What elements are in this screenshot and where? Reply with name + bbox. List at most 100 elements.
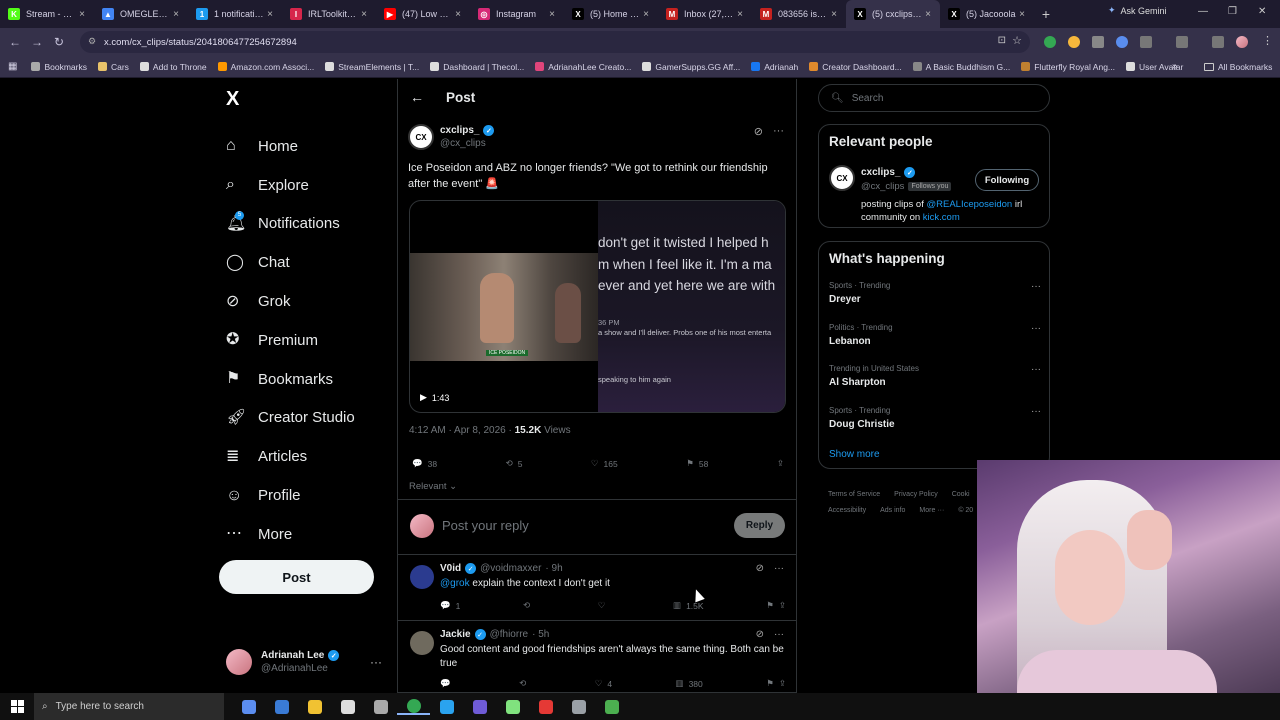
sidebar-item-grok[interactable]: ⊘ Grok (226, 282, 355, 321)
sidebar-item-notifications[interactable]: 🔔︎ 5 Notifications (226, 205, 355, 244)
extension-t-icon[interactable] (1092, 36, 1104, 48)
browser-tab[interactable]: X (5) Home / X × (564, 0, 658, 28)
maximize-icon[interactable]: ❐ (1228, 6, 1237, 17)
browser-tab[interactable]: M 083656 is yo × (752, 0, 846, 28)
reply-button[interactable]: 💬 1 (440, 600, 460, 611)
repost-button[interactable]: ⟲ 5 (506, 458, 523, 469)
bookmarks-overflow-icon[interactable]: » (1172, 61, 1178, 72)
media-icon[interactable] (1212, 36, 1224, 48)
avatar[interactable] (410, 565, 434, 589)
bookmark-item[interactable]: GamerSupps.GG Aff... (642, 62, 740, 72)
browser-tab[interactable]: K Stream - Kick × (0, 0, 94, 28)
footer-link[interactable]: Privacy Policy (894, 491, 938, 498)
bookmark-item[interactable]: Flutterfly Royal Ang... (1021, 62, 1115, 72)
sidebar-item-profile[interactable]: ☺ Profile (226, 476, 355, 515)
trend-more-icon[interactable]: ··· (1031, 406, 1041, 417)
trend-more-icon[interactable]: ··· (1031, 281, 1041, 292)
sidebar-item-chat[interactable]: ◯ Chat (226, 243, 355, 282)
task-view-icon[interactable] (265, 699, 298, 714)
views-button[interactable]: ▥ 380 (676, 678, 703, 689)
copilot-icon[interactable] (232, 699, 265, 714)
reply-button[interactable]: 💬 38 (412, 458, 437, 469)
reply-author-name[interactable]: Jackie (440, 629, 471, 640)
reply-item[interactable]: Jackie ✓ @fhiorre · 5h ⊘ ··· Good content and … (398, 621, 796, 693)
forward-icon[interactable]: → (26, 35, 48, 49)
bookmark-item[interactable]: Adrianah (751, 62, 798, 72)
bookmark-item[interactable]: Amazon.com Associ... (217, 62, 314, 72)
close-tab-icon[interactable]: × (76, 9, 88, 20)
sidebar-item-home[interactable]: ⌂ Home (226, 127, 355, 166)
chrome-icon[interactable] (397, 698, 430, 715)
person-name[interactable]: cxclips_ ✓ (861, 167, 916, 178)
bookmark-item[interactable]: Dashboard | Thecol... (430, 62, 524, 72)
extension-icon[interactable] (1068, 36, 1080, 48)
post-author-handle[interactable]: @cx_clips (440, 138, 486, 149)
close-tab-icon[interactable]: × (640, 9, 652, 20)
post-author[interactable]: cxclips_ ✓ (440, 125, 495, 136)
edge-icon[interactable] (430, 699, 463, 714)
sidebar-item-premium[interactable]: ✪ Premium (226, 321, 355, 360)
install-icon[interactable]: ⊡ (998, 35, 1006, 46)
video-duration[interactable]: ▶ 1:43 (420, 392, 449, 403)
bookmark-icon[interactable]: ⚑ (766, 678, 774, 689)
post-timestamp[interactable]: 4:12 AM · Apr 8, 2026 · (409, 425, 515, 436)
grok-icon[interactable]: ⊘ (756, 629, 764, 640)
share-icon[interactable]: ⇪ (779, 678, 786, 689)
reply-more-icon[interactable]: ··· (774, 629, 784, 640)
show-more-link[interactable]: Show more (829, 449, 880, 460)
back-arrow-icon[interactable]: ← (410, 89, 426, 105)
trend-more-icon[interactable]: ··· (1031, 323, 1041, 334)
back-icon[interactable]: ← (4, 35, 26, 49)
trend-item[interactable]: Politics · Trending Lebanon ··· (829, 323, 1041, 347)
file-explorer-icon[interactable] (298, 699, 331, 714)
sidebar-item-creator-studio[interactable]: 🚀︎ Creator Studio (226, 399, 355, 438)
footer-link[interactable]: More ··· (919, 507, 944, 514)
bookmark-item[interactable]: AdrianahLee Creato... (535, 62, 631, 72)
close-tab-icon[interactable]: × (264, 9, 276, 20)
windows-start-icon[interactable] (0, 700, 34, 713)
ask-gemini-button[interactable]: ✦ Ask Gemini (1108, 5, 1167, 16)
following-button[interactable]: Following (975, 169, 1039, 191)
mention-link[interactable]: @grok (440, 578, 470, 589)
grok-icon[interactable]: ⊘ (756, 563, 764, 574)
reply-author-name[interactable]: V0id (440, 563, 461, 574)
url-input[interactable]: ⚙ x.com/cx_clips/status/2041806477254672… (80, 31, 1030, 53)
extension-c-icon[interactable] (1116, 36, 1128, 48)
close-tab-icon[interactable]: × (734, 9, 746, 20)
star-icon[interactable]: ☆ (1012, 34, 1022, 47)
browser-menu-icon[interactable]: ⋮ (1262, 34, 1273, 47)
bookmark-item[interactable]: A Basic Buddhism G... (912, 62, 1010, 72)
reply-author-handle[interactable]: @voidmaxxer (480, 563, 541, 574)
grok-icon[interactable]: ⊘ (754, 125, 763, 138)
footer-link[interactable]: Ads info (880, 507, 905, 514)
bookmark-icon[interactable]: ⚑ (766, 600, 774, 611)
footer-link[interactable]: Cooki (952, 491, 970, 498)
post-author-avatar[interactable]: CX (408, 124, 434, 150)
terminal-icon[interactable] (595, 699, 628, 714)
close-tab-icon[interactable]: × (170, 9, 182, 20)
bookmark-item[interactable]: Cars (97, 62, 129, 72)
apps-grid-icon[interactable]: ▦ (8, 61, 17, 72)
browser-tab[interactable]: ◎ Instagram × (470, 0, 564, 28)
person-avatar[interactable]: CX (829, 165, 855, 191)
bookmark-item[interactable]: StreamElements | T... (325, 62, 419, 72)
browser-tab[interactable]: M Inbox (27,86 × (658, 0, 752, 28)
browser-tab[interactable]: 1 1 notification × (188, 0, 282, 28)
reply-author-handle[interactable]: @fhiorre (490, 629, 529, 640)
bookmark-item[interactable]: Creator Dashboard... (809, 62, 902, 72)
windows-app-icon[interactable] (364, 699, 397, 714)
bookmark-item[interactable]: Bookmarks (31, 62, 87, 72)
trend-item[interactable]: Sports · Trending Dreyer ··· (829, 281, 1041, 305)
footer-link[interactable]: Terms of Service (828, 491, 880, 498)
opera-icon[interactable] (529, 699, 562, 714)
reply-sort-dropdown[interactable]: Relevant ⌄ (409, 481, 457, 492)
x-logo-icon[interactable]: X (226, 88, 239, 111)
all-bookmarks[interactable]: All Bookmarks (1204, 62, 1272, 72)
streamlabs-icon[interactable] (496, 699, 529, 714)
close-tab-icon[interactable]: × (828, 9, 840, 20)
extensions-puzzle-icon[interactable] (1140, 36, 1152, 48)
avatar[interactable] (410, 631, 434, 655)
post-button[interactable]: Post (219, 560, 374, 594)
browser-profile-avatar[interactable] (1236, 36, 1248, 48)
close-window-icon[interactable]: ✕ (1258, 6, 1266, 17)
